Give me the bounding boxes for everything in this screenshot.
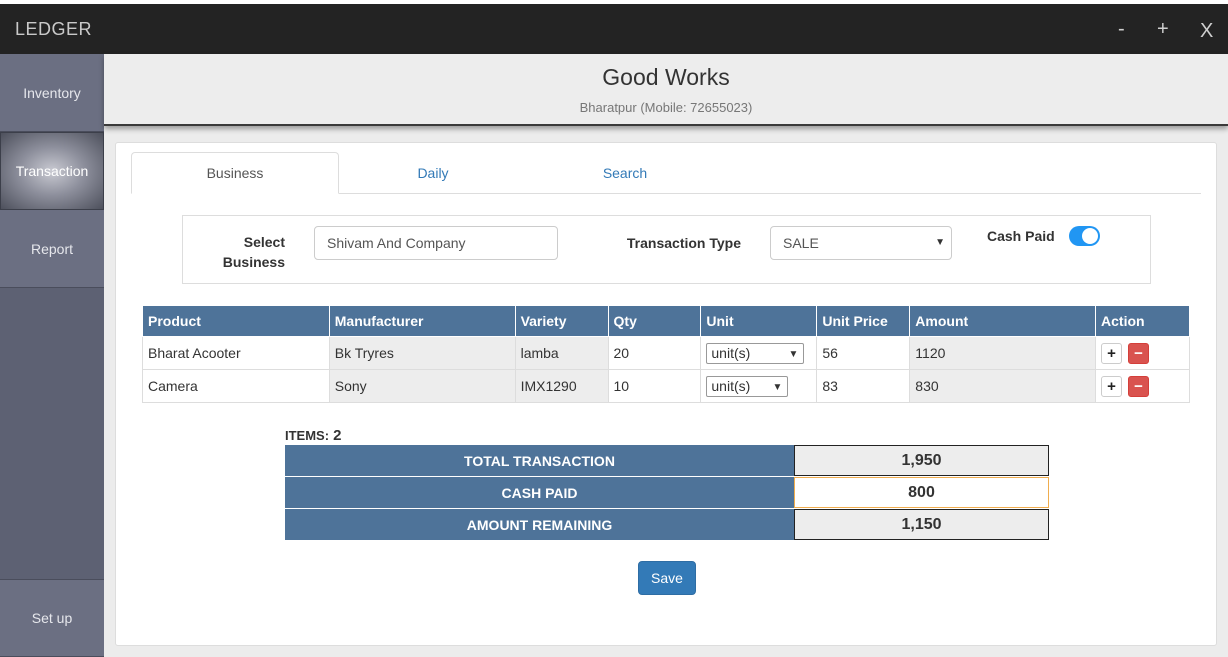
col-amount: Amount [909,305,1097,337]
col-variety: Variety [514,305,609,337]
select-business-label: Select Business [199,232,285,272]
col-unit: Unit [700,305,818,337]
table-row: Camera Sony IMX1290 10 unit(s) ▼ 83 830 +… [142,369,1190,403]
items-value: 2 [333,427,342,444]
select-business-label-line1: Select [243,234,285,250]
col-manufacturer: Manufacturer [328,305,516,337]
chevron-down-icon: ▼ [772,381,783,393]
unit-select[interactable]: unit(s) ▼ [706,342,805,364]
business-input[interactable]: Shivam And Company [314,226,558,260]
cell-action: + − [1095,369,1190,403]
amount-remaining-value: 1,150 [794,509,1049,540]
cash-paid-toggle[interactable] [1069,226,1100,246]
tab-daily[interactable]: Daily [329,152,537,194]
amount-remaining-label: AMOUNT REMAINING [285,509,794,540]
items-count: ITEMS: 2 [285,427,341,444]
transaction-type-select[interactable]: SALE ▼ [770,226,952,260]
remove-row-button[interactable]: − [1128,375,1150,397]
col-product: Product [142,305,330,337]
toggle-knob [1082,228,1098,244]
cell-action: + − [1095,336,1190,370]
cash-paid-summary-label: CASH PAID [285,477,794,508]
table-header-row: Product Manufacturer Variety Qty Unit Un… [142,305,1190,337]
transaction-form: Select Business Shivam And Company Trans… [182,215,1151,284]
total-transaction-label: TOTAL TRANSACTION [285,445,794,476]
minimize-button[interactable]: - [1118,18,1125,41]
sidebar-item-transaction[interactable]: Transaction [0,132,104,210]
cell-amount: 1120 [909,336,1097,370]
col-action: Action [1095,305,1190,337]
cell-product: Bharat Acooter [142,336,330,370]
total-transaction-value: 1,950 [794,445,1049,476]
remove-row-button[interactable]: − [1128,342,1150,364]
chevron-down-icon: ▼ [935,237,945,248]
add-row-button[interactable]: + [1101,375,1123,397]
add-row-button[interactable]: + [1101,342,1123,364]
sidebar-item-report[interactable]: Report [0,210,104,288]
main-area: Good Works Bharatpur (Mobile: 72655023) … [104,54,1228,657]
cell-qty[interactable]: 20 [607,336,702,370]
cash-paid-input[interactable]: 800 [794,477,1049,508]
col-qty: Qty [607,305,702,337]
company-header: Good Works Bharatpur (Mobile: 72655023) [104,54,1228,126]
items-label: ITEMS: [285,428,330,443]
cell-variety: lamba [514,336,609,370]
cell-qty[interactable]: 10 [607,369,702,403]
maximize-button[interactable]: + [1157,18,1169,41]
cell-variety: IMX1290 [514,369,609,403]
cell-manufacturer: Bk Tryres [328,336,516,370]
close-button[interactable]: X [1200,20,1213,43]
company-name: Good Works [602,64,730,90]
col-unit-price: Unit Price [816,305,911,337]
tab-search[interactable]: Search [521,152,729,194]
products-table: Product Manufacturer Variety Qty Unit Un… [142,305,1190,403]
title-bar: LEDGER - + X [0,4,1228,54]
cell-amount: 830 [909,369,1097,403]
sidebar-item-inventory[interactable]: Inventory [0,54,104,132]
company-subtitle: Bharatpur (Mobile: 72655023) [579,100,753,115]
cell-unit: unit(s) ▼ [700,369,818,403]
cell-unit-price[interactable]: 56 [816,336,911,370]
chevron-down-icon: ▼ [788,348,799,360]
cell-product: Camera [142,369,330,403]
cell-manufacturer: Sony [328,369,516,403]
cell-unit: unit(s) ▼ [700,336,818,370]
transaction-panel: Business Daily Search Select Business Sh… [115,142,1217,646]
unit-value: unit(s) [711,344,751,361]
unit-value: unit(s) [711,377,751,394]
tab-business[interactable]: Business [131,152,339,194]
unit-select[interactable]: unit(s) ▼ [706,375,789,397]
transaction-type-value: SALE [783,235,819,251]
sidebar: Inventory Transaction Report Set up [0,54,104,657]
select-business-label-line2: Business [222,254,285,270]
save-button[interactable]: Save [638,561,696,595]
cell-unit-price[interactable]: 83 [816,369,911,403]
transaction-type-label: Transaction Type [626,235,741,251]
table-row: Bharat Acooter Bk Tryres lamba 20 unit(s… [142,336,1190,370]
cash-paid-label: Cash Paid [987,228,1055,244]
sidebar-item-setup[interactable]: Set up [0,579,104,657]
app-title: LEDGER [15,19,93,39]
